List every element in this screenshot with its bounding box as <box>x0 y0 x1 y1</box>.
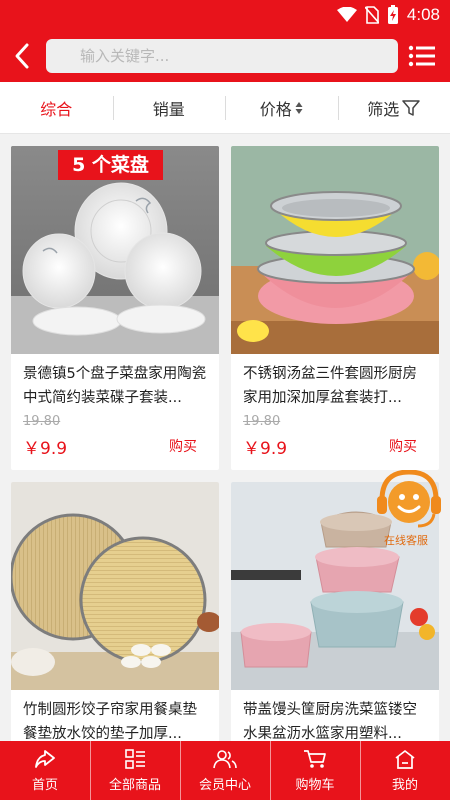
tab-label: 我的 <box>391 777 418 793</box>
product-image-basins <box>231 146 439 354</box>
back-button[interactable] <box>8 40 38 72</box>
tab-member-center[interactable]: 会员中心 <box>180 741 270 800</box>
no-sim-icon <box>364 6 379 24</box>
filter-label: 价格 <box>259 99 292 119</box>
tab-label: 全部商品 <box>108 777 161 793</box>
status-bar: 4:08 <box>0 0 450 30</box>
search-box[interactable] <box>46 39 398 73</box>
product-title: 景德镇5个盘子菜盘家用陶瓷中式简约装菜碟子套装... <box>23 366 207 406</box>
price-row: ￥9.9 购买 <box>231 432 439 460</box>
buy-button[interactable]: 购买 <box>169 436 197 456</box>
product-card[interactable]: 竹制圆形饺子帘家用餐桌垫餐垫放水饺的垫子加厚... <box>11 482 219 741</box>
basins-illustration <box>231 146 439 354</box>
product-price: ￥9.9 <box>243 438 288 459</box>
tab-all-products[interactable]: 全部商品 <box>90 741 180 800</box>
filter-label: 销量 <box>152 99 185 119</box>
members-icon <box>213 749 237 768</box>
product-card[interactable]: 5 个菜盘 景德镇5个盘子菜盘家用陶瓷中式简约装菜碟子套装... 19.80 ￥… <box>11 146 219 470</box>
tab-label: 首页 <box>31 777 58 793</box>
filter-label: 综合 <box>40 99 73 119</box>
header <box>0 30 450 82</box>
product-grid: 5 个菜盘 景德镇5个盘子菜盘家用陶瓷中式简约装菜碟子套装... 19.80 ￥… <box>0 134 450 741</box>
customer-service-label: 在线客服 <box>384 534 428 547</box>
sort-arrows-icon <box>295 101 303 114</box>
product-title: 不锈钢汤盆三件套圆形厨房家用加深加厚盆套装打... <box>243 366 417 406</box>
product-title: 竹制圆形饺子帘家用餐桌垫餐垫放水饺的垫子加厚... <box>23 702 197 741</box>
bamboo-mat-illustration <box>11 482 219 690</box>
filter-sales[interactable]: 销量 <box>112 82 226 133</box>
product-old-price: 19.80 <box>243 414 281 429</box>
tab-mine[interactable]: 我的 <box>360 741 450 800</box>
product-image-bamboo-mat <box>11 482 219 690</box>
filter-label: 筛选 <box>367 99 400 119</box>
filter-comprehensive[interactable]: 综合 <box>0 82 113 133</box>
product-card[interactable]: 不锈钢汤盆三件套圆形厨房家用加深加厚盆套装打... 19.80 ￥9.9 购买 <box>231 146 439 470</box>
product-badge: 5 个菜盘 <box>72 154 149 176</box>
tab-cart[interactable]: 购物车 <box>270 741 360 800</box>
chevron-left-icon <box>15 43 29 69</box>
filter-price[interactable]: 价格 <box>225 82 338 133</box>
customer-service-button[interactable]: 在线客服 <box>374 469 444 550</box>
home-share-icon <box>35 749 55 768</box>
buy-button[interactable]: 购买 <box>389 436 417 456</box>
filter-screen[interactable]: 筛选 <box>337 82 450 133</box>
filter-bar: 综合 销量 价格 筛选 <box>0 82 450 134</box>
status-icons: 4:08 <box>336 5 440 25</box>
product-image-plates: 5 个菜盘 <box>11 146 219 354</box>
search-input[interactable] <box>46 39 398 73</box>
menu-button[interactable] <box>408 43 436 69</box>
bottom-tab-bar: 首页 全部商品 会员中心 购物车 我的 <box>0 741 450 800</box>
list-menu-icon <box>408 45 435 67</box>
status-time: 4:08 <box>406 5 440 24</box>
tab-label: 会员中心 <box>198 777 251 793</box>
price-row: ￥9.9 购买 <box>11 432 219 460</box>
product-old-price: 19.80 <box>23 414 61 429</box>
filter-icon <box>402 99 420 116</box>
category-grid-icon <box>125 748 145 769</box>
tab-label: 购物车 <box>295 777 335 793</box>
wifi-icon <box>336 7 357 22</box>
product-price: ￥9.9 <box>23 438 68 459</box>
house-icon <box>395 749 415 769</box>
cart-icon <box>304 749 326 768</box>
customer-service-icon <box>377 469 441 528</box>
tab-home[interactable]: 首页 <box>0 741 90 800</box>
battery-charging-icon <box>387 5 398 24</box>
product-title: 带盖馒头筐厨房洗菜篮镂空水果盆沥水篮家用塑料... <box>243 702 417 741</box>
